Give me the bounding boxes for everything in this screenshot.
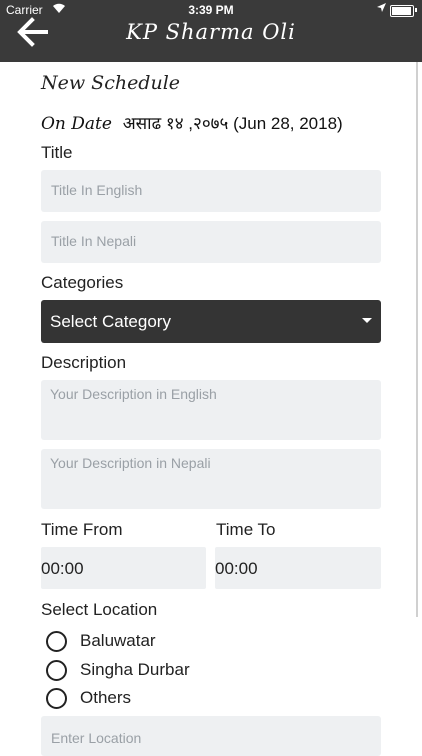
radio-circle-icon[interactable]: [46, 660, 67, 681]
radio-circle-icon[interactable]: [46, 688, 67, 709]
location-label: Select Location: [41, 600, 158, 619]
location-option-label: Singha Durbar: [80, 660, 190, 679]
location-option-label: Others: [80, 688, 132, 707]
caret-down-icon: [362, 318, 372, 323]
time-from-input[interactable]: 00:00: [41, 547, 206, 589]
scrollbar[interactable]: [416, 62, 418, 617]
categories-label: Categories: [41, 273, 124, 292]
time-from-label: Time From: [41, 520, 123, 539]
category-select-value: Select Category: [50, 312, 171, 331]
location-input[interactable]: Enter Location: [41, 716, 381, 756]
time-to-label: Time To: [216, 520, 276, 539]
header-title: KP Sharma Oli: [126, 20, 296, 44]
battery-tip: [415, 8, 417, 12]
title-nepali-input[interactable]: Title In Nepali: [41, 221, 381, 263]
form-heading: New Schedule: [41, 72, 181, 94]
description-nepali-input[interactable]: Your Description in Nepali: [41, 449, 381, 509]
date-row: On Date असाढ १४ ,२०७५ (Jun 28, 2018): [41, 111, 343, 134]
date-value: असाढ १४ ,२०७५ (Jun 28, 2018): [122, 114, 343, 133]
title-label: Title: [41, 143, 73, 162]
description-label: Description: [41, 353, 127, 372]
location-option-label: Baluwatar: [80, 631, 156, 650]
category-select[interactable]: Select Category: [41, 300, 381, 343]
status-bar: Carrier 3:39 PM: [0, 0, 422, 20]
navigation-bar: Carrier 3:39 PM KP Sharma Oli: [0, 0, 422, 62]
description-english-input[interactable]: Your Description in English: [41, 380, 381, 440]
location-arrow-icon: [377, 3, 386, 15]
radio-circle-icon[interactable]: [46, 631, 67, 652]
date-label: On Date: [41, 114, 112, 134]
battery-icon: [390, 5, 414, 17]
title-english-input[interactable]: Title In English: [41, 170, 381, 212]
status-time: 3:39 PM: [188, 3, 234, 17]
time-to-input[interactable]: 00:00: [215, 547, 381, 589]
